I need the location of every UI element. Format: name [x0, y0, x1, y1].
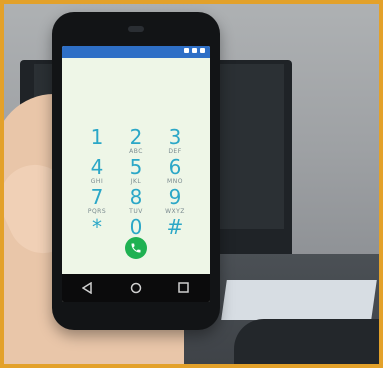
photo-frame: 1 2 ABC 3 DEF 4 GHI 5 JKL 6 MNO 7 PQRS 8… [0, 0, 383, 368]
status-icons [184, 48, 205, 53]
dialpad-key[interactable]: 2 ABC [121, 126, 151, 155]
key-digit: * [92, 215, 102, 239]
key-letters: TUV [129, 208, 143, 215]
phone-screen: 1 2 ABC 3 DEF 4 GHI 5 JKL 6 MNO 7 PQRS 8… [62, 46, 210, 302]
navigation-bar [62, 274, 210, 302]
wifi-icon [192, 48, 197, 53]
key-letters: JKL [130, 178, 142, 185]
key-digit: 4 [90, 155, 104, 179]
key-digit: 5 [129, 155, 143, 179]
dialpad-key[interactable]: 7 PQRS [82, 186, 112, 215]
dialpad-key[interactable]: # [160, 216, 190, 238]
dialpad-key[interactable]: * [82, 216, 112, 238]
dialpad-key[interactable]: 4 GHI [82, 156, 112, 185]
front-camera [128, 26, 144, 32]
signal-icon [184, 48, 189, 53]
paper-on-desk [221, 280, 377, 320]
key-digit: 7 [90, 185, 104, 209]
dialpad: 1 2 ABC 3 DEF 4 GHI 5 JKL 6 MNO 7 PQRS 8… [62, 126, 210, 246]
key-digit: 8 [129, 185, 143, 209]
key-digit: 9 [168, 185, 182, 209]
dialpad-key[interactable]: 9 WXYZ [160, 186, 190, 215]
key-letters: GHI [90, 178, 104, 185]
dialpad-key[interactable]: 3 DEF [160, 126, 190, 155]
dialpad-key[interactable]: 8 TUV [121, 186, 151, 215]
key-letters: MNO [167, 178, 183, 185]
key-letters: WXYZ [165, 208, 185, 215]
status-bar [62, 46, 210, 58]
key-digit: 6 [168, 155, 182, 179]
home-icon[interactable] [130, 282, 142, 294]
key-letters: PQRS [87, 208, 107, 215]
recents-icon[interactable] [178, 282, 189, 293]
key-letters: ABC [129, 148, 143, 155]
key-digit: # [166, 215, 184, 239]
call-button[interactable] [125, 237, 147, 259]
key-digit: 3 [168, 125, 182, 149]
key-digit: 1 [90, 125, 104, 149]
back-icon[interactable] [82, 282, 92, 294]
dialpad-key[interactable]: 1 [82, 126, 112, 148]
phone-icon [131, 243, 141, 253]
battery-icon [200, 48, 205, 53]
dialpad-key[interactable]: 6 MNO [160, 156, 190, 185]
smartphone: 1 2 ABC 3 DEF 4 GHI 5 JKL 6 MNO 7 PQRS 8… [52, 12, 220, 330]
key-digit: 2 [129, 125, 143, 149]
dialpad-key[interactable]: 5 JKL [121, 156, 151, 185]
dark-object-on-desk [234, 319, 379, 364]
key-digit: 0 [129, 215, 143, 239]
key-letters: DEF [168, 148, 182, 155]
